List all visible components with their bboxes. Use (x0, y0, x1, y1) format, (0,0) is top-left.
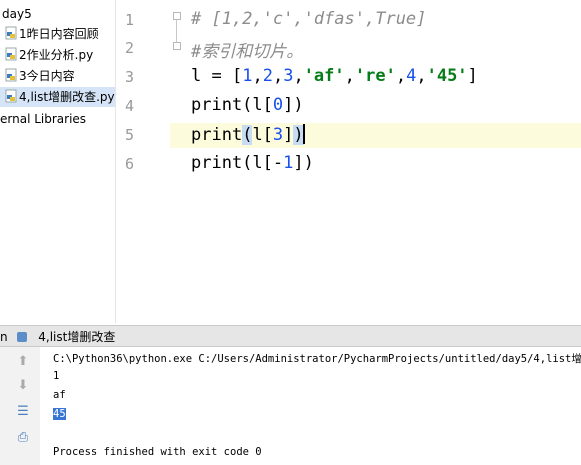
line-number: 4 (124, 97, 134, 115)
tree-file-item[interactable]: 4,list增删改查.py (0, 87, 115, 107)
code-token: , (293, 66, 304, 86)
code-line[interactable]: l = [1,2,3,'af','re',4,'45'] (191, 66, 478, 86)
code-token: 3 (283, 66, 294, 86)
code-line[interactable]: # [1,2,'c','dfas',True] (191, 9, 426, 29)
tree-file-label: 3今日内容 (19, 69, 75, 83)
print-icon[interactable]: ⎙ (14, 429, 32, 447)
tree-file-item[interactable]: 1昨日内容回顾 (5, 24, 99, 44)
code-token: ] (467, 66, 478, 86)
code-token: ]) (293, 153, 314, 173)
arrow-down-icon[interactable]: ⬇ (14, 377, 32, 395)
code-token: print(l[ (191, 95, 273, 115)
code-token: 3 (272, 125, 284, 145)
code-token: l = [ (191, 66, 243, 86)
code-token: print (191, 125, 243, 145)
code-line[interactable]: print(l[-1]) (191, 153, 314, 173)
run-tool-window-header: n 4,list增删改查 (0, 325, 581, 347)
console-line: 1 (53, 370, 60, 382)
run-tab-prefix: n (0, 330, 8, 344)
editor-gutter: 1 2 3 4 5 6 (116, 0, 170, 323)
code-token: 1 (283, 153, 294, 173)
python-run-icon (17, 332, 28, 342)
code-token: 0 (272, 95, 284, 115)
run-console[interactable]: C:\Python36\python.exe C:/Users/Administ… (40, 347, 581, 465)
code-token: ] (283, 125, 294, 145)
code-token: 4 (406, 66, 417, 86)
code-line[interactable]: print(l[3]) (191, 124, 305, 145)
soft-wrap-icon[interactable]: ☰ (14, 403, 32, 421)
python-file-icon (5, 47, 17, 61)
tree-root-label: day5 (2, 7, 32, 21)
tree-file-label: 2作业分析.py (19, 48, 94, 62)
project-tree: day5 1昨日内容回顾 2作业分析.py 3今日内容 4,list增删改查.py e… (0, 0, 115, 323)
fold-marker-icon[interactable] (173, 12, 181, 20)
python-file-icon (5, 26, 17, 40)
console-line: af (53, 389, 66, 401)
console-line: Process finished with exit code 0 (53, 446, 262, 458)
python-file-icon (5, 89, 17, 103)
code-token: ( (242, 125, 253, 145)
tree-file-item[interactable]: 3今日内容 (5, 66, 75, 86)
code-token: , (252, 66, 263, 86)
code-token: l[ (252, 125, 273, 145)
run-tab-label[interactable]: 4,list增删改查 (38, 330, 115, 344)
code-token: ]) (283, 95, 304, 115)
line-number: 5 (124, 126, 134, 144)
python-file-icon (5, 68, 17, 82)
text-caret (302, 124, 305, 144)
code-token: 're' (354, 66, 396, 86)
code-token: print(l[- (191, 153, 284, 173)
code-token: #索引和切片。 (191, 42, 304, 62)
line-number: 3 (124, 68, 134, 86)
external-libraries-label: ernal Libraries (0, 112, 87, 126)
code-token: , (416, 66, 427, 86)
tree-file-label: 4,list增删改查.py (19, 90, 115, 104)
code-token: , (272, 66, 284, 86)
line-number: 1 (124, 11, 134, 29)
code-line[interactable]: print(l[0]) (191, 95, 304, 115)
tree-file-item[interactable]: 2作业分析.py (5, 45, 93, 65)
console-line: C:\Python36\python.exe C:/Users/Administ… (53, 353, 581, 365)
arrow-up-icon[interactable]: ⬆ (14, 353, 32, 371)
run-toolbar: ⬆ ⬇ ☰ ⎙ (0, 347, 41, 465)
line-number: 2 (124, 39, 134, 57)
code-token: # [1,2,'c','dfas',True] (191, 9, 427, 29)
fold-marker-icon[interactable] (173, 42, 181, 50)
tree-root-folder[interactable]: day5 (2, 4, 32, 24)
current-line-highlight (116, 123, 581, 148)
code-token: 2 (262, 66, 273, 86)
code-token: , (344, 66, 355, 86)
tree-file-label: 1昨日内容回顾 (19, 27, 99, 41)
code-line[interactable]: #索引和切片。 (191, 37, 303, 62)
console-line: 45 (53, 408, 66, 420)
code-token: '45' (426, 66, 468, 86)
code-token: , (395, 66, 407, 86)
line-number: 6 (124, 155, 134, 173)
tree-external-libraries[interactable]: ernal Libraries (0, 109, 86, 129)
code-token: 'af' (303, 66, 345, 86)
code-token: 1 (242, 66, 253, 86)
